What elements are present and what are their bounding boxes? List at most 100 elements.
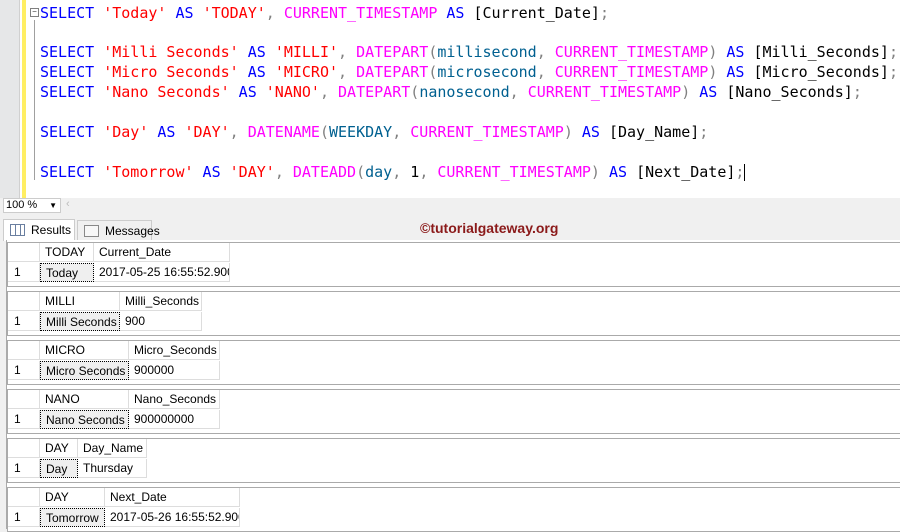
row-number-header bbox=[8, 439, 40, 458]
text-caret bbox=[744, 164, 746, 181]
zoom-select[interactable]: 100 % ▼ bbox=[3, 198, 61, 213]
grid-cell[interactable]: Nano Seconds bbox=[40, 410, 129, 429]
code-token-pn: , bbox=[536, 63, 555, 81]
code-token-kw: SELECT bbox=[40, 163, 104, 181]
grid-header-row: DAY Next_Date bbox=[8, 488, 240, 507]
grid-cell[interactable]: 900000 bbox=[129, 361, 220, 380]
code-token-pn: , bbox=[338, 63, 357, 81]
code-token-kw: AS bbox=[717, 43, 754, 61]
collapse-icon[interactable]: − bbox=[30, 8, 39, 17]
code-token-kw: AS bbox=[599, 163, 637, 181]
scroll-left-icon[interactable]: ‹ bbox=[66, 198, 70, 210]
code-line[interactable]: SELECT 'Milli Seconds' AS 'MILLI', DATEP… bbox=[40, 42, 898, 62]
column-header[interactable]: Current_Date bbox=[94, 243, 230, 262]
grid-cell[interactable]: 2017-05-25 16:55:52.900 bbox=[94, 263, 230, 282]
result-grid[interactable]: DAY Next_Date 1 Tomorrow 2017-05-26 16:55:52… bbox=[7, 487, 900, 532]
code-token-str: 'Milli Seconds' bbox=[103, 43, 239, 61]
grid-icon bbox=[10, 224, 25, 236]
row-number: 1 bbox=[8, 263, 40, 282]
code-token-pn: ; bbox=[735, 163, 745, 181]
code-token-kw: AS bbox=[148, 123, 185, 141]
code-token-dp: WEEKDAY bbox=[329, 123, 393, 141]
grid-cell[interactable]: Tomorrow bbox=[40, 508, 105, 527]
code-token-id: [Milli_Seconds] bbox=[753, 43, 889, 61]
outline-line bbox=[34, 20, 35, 180]
row-number: 1 bbox=[8, 312, 40, 331]
code-token-str: 'MICRO' bbox=[274, 63, 339, 81]
code-token-pn: , bbox=[229, 123, 248, 141]
column-header[interactable]: Day_Name bbox=[78, 439, 147, 458]
column-header[interactable]: Milli_Seconds bbox=[120, 292, 202, 311]
grid-header-row: DAY Day_Name bbox=[8, 439, 147, 458]
code-token-id: [Next_Date] bbox=[636, 163, 736, 181]
table-row[interactable]: 1 Day Thursday bbox=[8, 459, 147, 478]
result-grid[interactable]: MILLI Milli_Seconds 1 Milli Seconds 900 bbox=[7, 291, 900, 336]
code-token-kw: AS bbox=[238, 63, 275, 81]
column-header[interactable]: DAY bbox=[40, 488, 105, 507]
grid-header-row: MICRO Micro_Seconds bbox=[8, 341, 220, 360]
code-line[interactable]: SELECT 'Nano Seconds' AS 'NANO', DATEPAR… bbox=[40, 82, 862, 102]
code-token-fn: CURRENT_TIMESTAMP bbox=[554, 63, 709, 81]
tab-label: Messages bbox=[105, 224, 160, 238]
code-token-kw: SELECT bbox=[40, 63, 104, 81]
table-row[interactable]: 1 Micro Seconds 900000 bbox=[8, 361, 220, 380]
tab-messages[interactable]: Messages bbox=[77, 220, 160, 240]
column-header[interactable]: NANO bbox=[40, 390, 129, 409]
code-token-pn: ( bbox=[410, 83, 420, 101]
results-pane: TODAY Current_Date 1 Today 2017-05-25 16:55:… bbox=[6, 240, 900, 532]
grid-cell[interactable]: 2017-05-26 16:55:52.900 bbox=[105, 508, 240, 527]
column-header[interactable]: Next_Date bbox=[105, 488, 240, 507]
code-line[interactable]: SELECT 'Micro Seconds' AS 'MICRO', DATEP… bbox=[40, 62, 898, 82]
table-row[interactable]: 1 Milli Seconds 900 bbox=[8, 312, 202, 331]
code-token-pn: , bbox=[319, 83, 339, 101]
result-grid[interactable]: DAY Day_Name 1 Day Thursday bbox=[7, 438, 900, 483]
row-number: 1 bbox=[8, 508, 40, 527]
code-line[interactable]: SELECT 'Day' AS 'DAY', DATENAME(WEEKDAY,… bbox=[40, 122, 708, 142]
grid-cell[interactable]: Milli Seconds bbox=[40, 312, 120, 331]
grid-cell[interactable]: Day bbox=[40, 459, 78, 478]
grid-cell[interactable]: Micro Seconds bbox=[40, 361, 129, 380]
column-header[interactable]: MICRO bbox=[40, 341, 129, 360]
chevron-down-icon: ▼ bbox=[49, 201, 57, 210]
grid-cell[interactable]: 900000000 bbox=[129, 410, 220, 429]
result-grid[interactable]: TODAY Current_Date 1 Today 2017-05-25 16:55:… bbox=[7, 242, 900, 287]
code-token-fn: DATEPART bbox=[338, 83, 411, 101]
editor-gutter bbox=[0, 0, 20, 198]
code-token-kw: SELECT bbox=[40, 43, 104, 61]
code-token-fn: CURRENT_TIMESTAMP bbox=[554, 43, 709, 61]
column-header[interactable]: MILLI bbox=[40, 292, 120, 311]
code-token-str: 'Day' bbox=[103, 123, 149, 141]
code-token-id: [Current_Date] bbox=[473, 4, 600, 22]
code-token-kw: SELECT bbox=[40, 123, 104, 141]
code-token-id: 1 bbox=[410, 163, 420, 181]
grid-cell[interactable]: 900 bbox=[120, 312, 202, 331]
table-row[interactable]: 1 Today 2017-05-25 16:55:52.900 bbox=[8, 263, 230, 282]
code-token-pn: ; bbox=[699, 123, 709, 141]
column-header[interactable]: TODAY bbox=[40, 243, 94, 262]
code-token-fn: DATENAME bbox=[247, 123, 320, 141]
result-grid[interactable]: NANO Nano_Seconds 1 Nano Seconds 900000000 bbox=[7, 389, 900, 434]
column-header[interactable]: Micro_Seconds bbox=[129, 341, 220, 360]
row-number-header bbox=[8, 243, 40, 262]
tab-results[interactable]: Results bbox=[3, 219, 75, 241]
table-row[interactable]: 1 Tomorrow 2017-05-26 16:55:52.900 bbox=[8, 508, 240, 527]
code-token-kw: SELECT bbox=[40, 83, 104, 101]
code-token-pn: ; bbox=[888, 63, 898, 81]
code-line[interactable]: SELECT 'Tomorrow' AS 'DAY', DATEADD(day,… bbox=[40, 162, 746, 182]
code-token-pn: , bbox=[274, 163, 293, 181]
code-token-str: 'Micro Seconds' bbox=[103, 63, 239, 81]
table-row[interactable]: 1 Nano Seconds 900000000 bbox=[8, 410, 220, 429]
code-token-pn: , bbox=[265, 4, 284, 22]
code-line[interactable]: SELECT 'Today' AS 'TODAY', CURRENT_TIMES… bbox=[40, 3, 609, 23]
query-editor[interactable]: − SELECT 'Today' AS 'TODAY', CURRENT_TIM… bbox=[0, 0, 900, 198]
grid-cell[interactable]: Today bbox=[40, 263, 94, 282]
code-token-id: [Micro_Seconds] bbox=[753, 63, 889, 81]
code-token-pn: ) bbox=[708, 43, 718, 61]
grid-cell[interactable]: Thursday bbox=[78, 459, 147, 478]
column-header[interactable]: Nano_Seconds bbox=[129, 390, 220, 409]
code-token-kw: AS bbox=[690, 83, 727, 101]
code-token-pn: , bbox=[392, 123, 411, 141]
column-header[interactable]: DAY bbox=[40, 439, 78, 458]
result-grid[interactable]: MICRO Micro_Seconds 1 Micro Seconds 900000 bbox=[7, 340, 900, 385]
code-token-kw: SELECT bbox=[40, 4, 104, 22]
